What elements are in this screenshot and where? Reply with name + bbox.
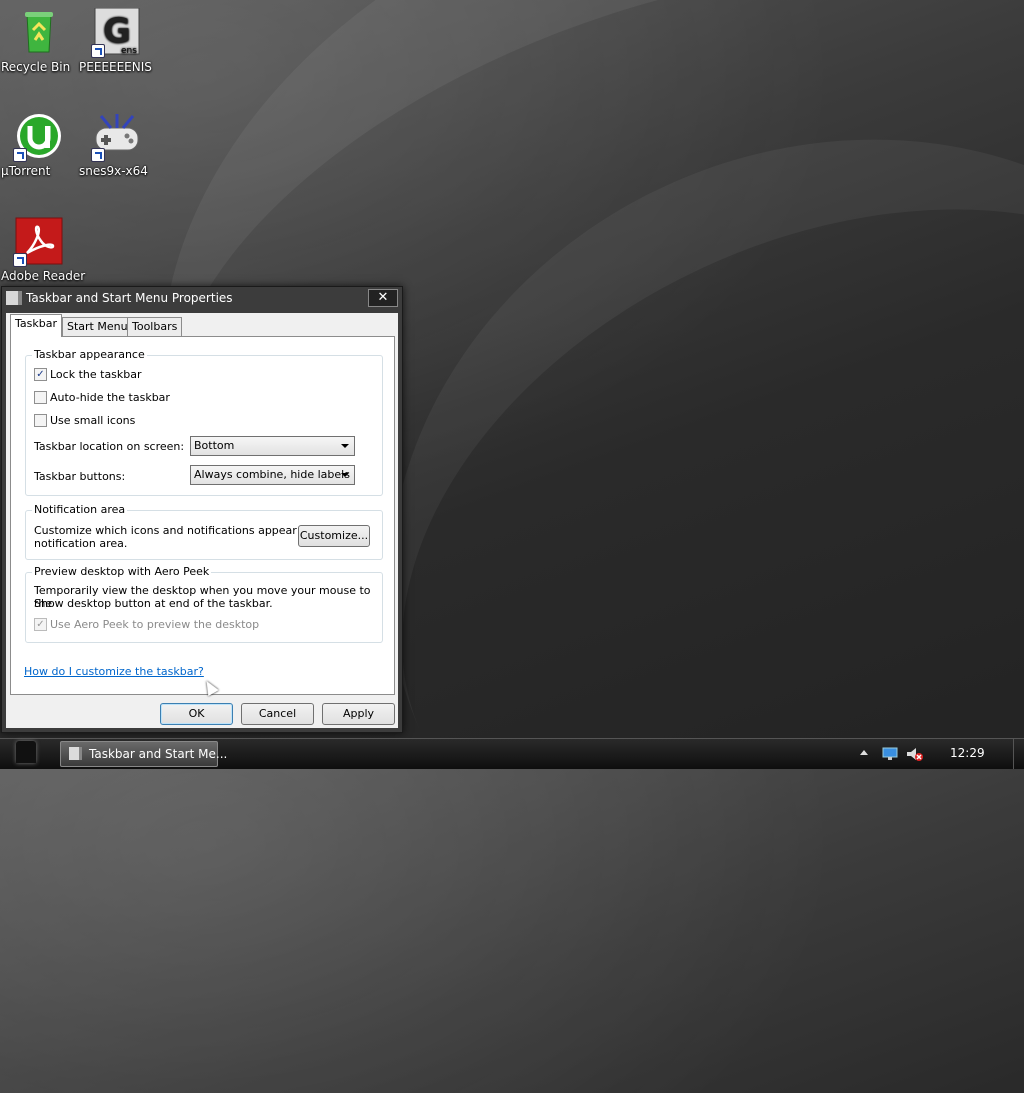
start-orb-icon xyxy=(16,741,36,763)
desktop-icon-label: PEEEEEENIS xyxy=(79,60,152,74)
taskbar-properties-dialog: Taskbar and Start Menu Properties ✕ Task… xyxy=(1,286,403,733)
help-link[interactable]: How do I customize the taskbar? xyxy=(24,665,204,678)
checkbox-label: Auto-hide the taskbar xyxy=(50,391,170,404)
svg-text:ens: ens xyxy=(121,46,137,56)
window-icon xyxy=(69,747,82,760)
checkbox-small-icons[interactable] xyxy=(34,414,47,427)
apply-button[interactable]: Apply xyxy=(322,703,395,725)
buttons-label: Taskbar buttons: xyxy=(34,470,126,483)
volume-muted-icon[interactable] xyxy=(906,747,924,761)
desktop-icon-label: snes9x-x64 xyxy=(79,164,148,178)
aero-text-2: Show desktop button at end of the taskba… xyxy=(34,597,273,610)
group-taskbar-appearance: Taskbar appearance ✓ Lock the taskbar Au… xyxy=(25,348,383,496)
show-desktop-button[interactable] xyxy=(1013,739,1024,769)
desktop-icon-adobe-reader[interactable]: Adobe Reader xyxy=(1,217,85,283)
desktop-icon-utorrent[interactable]: µTorrent xyxy=(1,112,77,178)
checkbox-label: Use small icons xyxy=(50,414,136,427)
desktop-icon-peeeeeenis[interactable]: Gens PEEEEEENIS xyxy=(79,7,155,74)
taskbar-button-label: Taskbar and Start Me... xyxy=(89,747,228,761)
shortcut-arrow-icon xyxy=(13,148,27,162)
buttons-select[interactable]: Always combine, hide labels xyxy=(190,465,355,485)
taskbar: Taskbar and Start Me... 12:29 xyxy=(0,738,1024,769)
clock[interactable]: 12:29 xyxy=(950,746,985,760)
dialog-client: Taskbar Start Menu Toolbars Taskbar appe… xyxy=(6,313,398,728)
adobe-reader-icon xyxy=(13,217,63,267)
utorrent-icon xyxy=(13,112,63,162)
chevron-down-icon xyxy=(341,473,349,477)
checkbox-aero-peek: ✓ xyxy=(34,618,47,631)
ok-button[interactable]: OK xyxy=(160,703,233,725)
location-value: Bottom xyxy=(194,439,235,452)
location-label: Taskbar location on screen: xyxy=(34,440,185,453)
tab-start-menu[interactable]: Start Menu xyxy=(62,317,133,336)
close-button[interactable]: ✕ xyxy=(368,289,398,307)
tab-taskbar[interactable]: Taskbar xyxy=(10,314,62,337)
group-title: Taskbar appearance xyxy=(32,348,147,361)
group-aero-peek: Preview desktop with Aero Peek Temporari… xyxy=(25,565,383,643)
desktop-icon-label: µTorrent xyxy=(1,164,51,178)
shortcut-arrow-icon xyxy=(91,44,105,58)
dialog-title: Taskbar and Start Menu Properties xyxy=(26,291,233,305)
network-icon[interactable] xyxy=(882,747,898,761)
taskbar-button-properties[interactable]: Taskbar and Start Me... xyxy=(60,741,227,767)
tab-toolbars[interactable]: Toolbars xyxy=(127,317,183,336)
dialog-titlebar[interactable]: Taskbar and Start Menu Properties ✕ xyxy=(2,287,402,309)
notification-text-1: Customize which icons and notifications … xyxy=(34,524,332,537)
checkbox-label: Lock the taskbar xyxy=(50,368,142,381)
shortcut-arrow-icon xyxy=(91,148,105,162)
location-select[interactable]: Bottom xyxy=(190,436,355,456)
group-title: Notification area xyxy=(32,503,128,516)
svg-text:G: G xyxy=(103,11,131,51)
start-button[interactable] xyxy=(4,733,46,769)
desktop-icon-label: Recycle Bin xyxy=(1,60,71,74)
recycle-bin-icon xyxy=(15,8,63,56)
gamepad-icon xyxy=(91,112,141,162)
desktop-icon-recycle-bin[interactable]: Recycle Bin xyxy=(1,8,77,74)
checkbox-lock[interactable]: ✓ xyxy=(34,368,47,381)
checkbox-autohide[interactable] xyxy=(34,391,47,404)
cancel-button[interactable]: Cancel xyxy=(241,703,314,725)
show-hidden-icons-icon[interactable] xyxy=(860,750,868,755)
desktop-icon-label: Adobe Reader xyxy=(1,269,86,283)
group-notification-area: Notification area Customize which icons … xyxy=(25,503,383,560)
tab-panel-taskbar: Taskbar appearance ✓ Lock the taskbar Au… xyxy=(10,336,395,695)
window-icon xyxy=(6,291,22,305)
g-letter-icon: Gens xyxy=(91,7,141,58)
checkbox-label: Use Aero Peek to preview the desktop xyxy=(50,618,260,631)
chevron-down-icon xyxy=(341,444,349,448)
notification-text-2: notification area. xyxy=(34,537,128,550)
desktop-icon-snes9x[interactable]: snes9x-x64 xyxy=(79,112,155,178)
customize-button[interactable]: Customize... xyxy=(298,525,370,547)
shortcut-arrow-icon xyxy=(13,253,27,267)
buttons-value: Always combine, hide labels xyxy=(194,468,350,481)
group-title: Preview desktop with Aero Peek xyxy=(32,565,212,578)
